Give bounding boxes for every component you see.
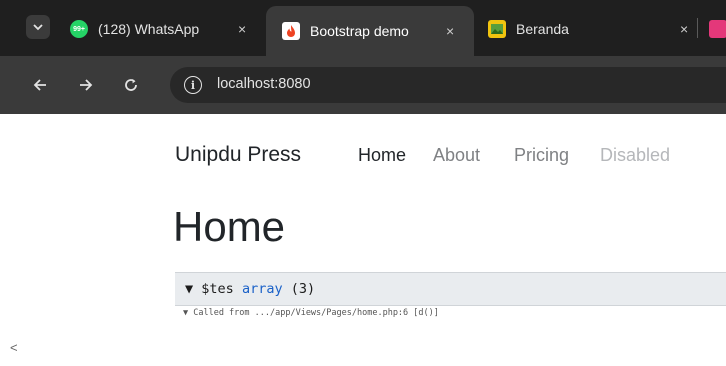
tab-title: (128) WhatsApp xyxy=(98,21,200,37)
arrow-left-icon xyxy=(33,79,46,91)
tab-whatsapp[interactable]: 99+ (128) WhatsApp × xyxy=(70,10,260,48)
debug-variable-count: (3) xyxy=(290,281,316,297)
tab-search-button[interactable] xyxy=(26,15,50,39)
debug-called-from[interactable]: ▼ Called from .../app/Views/Pages/home.p… xyxy=(183,308,439,318)
info-icon[interactable]: i xyxy=(184,76,202,94)
browser-toolbar: i localhost:8080 xyxy=(0,56,726,114)
close-icon[interactable]: × xyxy=(238,21,246,37)
tab-bootstrap-demo[interactable]: Bootstrap demo × xyxy=(266,6,474,56)
arrow-right-icon xyxy=(80,79,93,91)
nav-disabled: Disabled xyxy=(600,145,671,165)
debug-dump-header[interactable]: ▼ $tes array (3) xyxy=(185,281,315,297)
tab-separator xyxy=(697,18,698,38)
debug-variable-name: $tes xyxy=(201,281,234,297)
back-button[interactable] xyxy=(31,76,49,94)
reload-icon xyxy=(125,79,137,91)
reload-button[interactable] xyxy=(122,76,140,94)
tab-title: Beranda xyxy=(516,21,569,37)
tab-partial[interactable] xyxy=(709,10,726,48)
chevron-down-icon xyxy=(33,24,43,31)
close-icon[interactable]: × xyxy=(446,23,454,39)
nav-about[interactable]: About xyxy=(433,145,480,166)
address-bar[interactable]: i localhost:8080 xyxy=(170,67,726,103)
nav-home[interactable]: Home xyxy=(358,145,406,166)
app-icon xyxy=(709,20,726,38)
collapse-toggle-icon[interactable]: ▼ xyxy=(185,281,193,297)
debug-variable-type: array xyxy=(241,281,283,297)
tab-strip: 99+ (128) WhatsApp × Bootstrap demo × Be… xyxy=(0,0,726,56)
nav-pricing[interactable]: Pricing xyxy=(514,145,569,166)
close-icon[interactable]: × xyxy=(680,21,688,37)
navbar-brand[interactable]: Unipdu Press xyxy=(175,143,301,167)
address-url[interactable]: localhost:8080 xyxy=(217,76,311,92)
codeigniter-icon xyxy=(282,22,300,40)
stray-text: < xyxy=(10,340,18,355)
forward-button[interactable] xyxy=(77,76,95,94)
tab-beranda[interactable]: Beranda × xyxy=(488,10,688,48)
debug-dump: ▼ $tes array (3) xyxy=(175,272,726,306)
tab-title: Bootstrap demo xyxy=(310,23,409,39)
whatsapp-icon: 99+ xyxy=(70,20,88,38)
page-title: Home xyxy=(173,203,286,250)
image-icon xyxy=(488,20,506,38)
